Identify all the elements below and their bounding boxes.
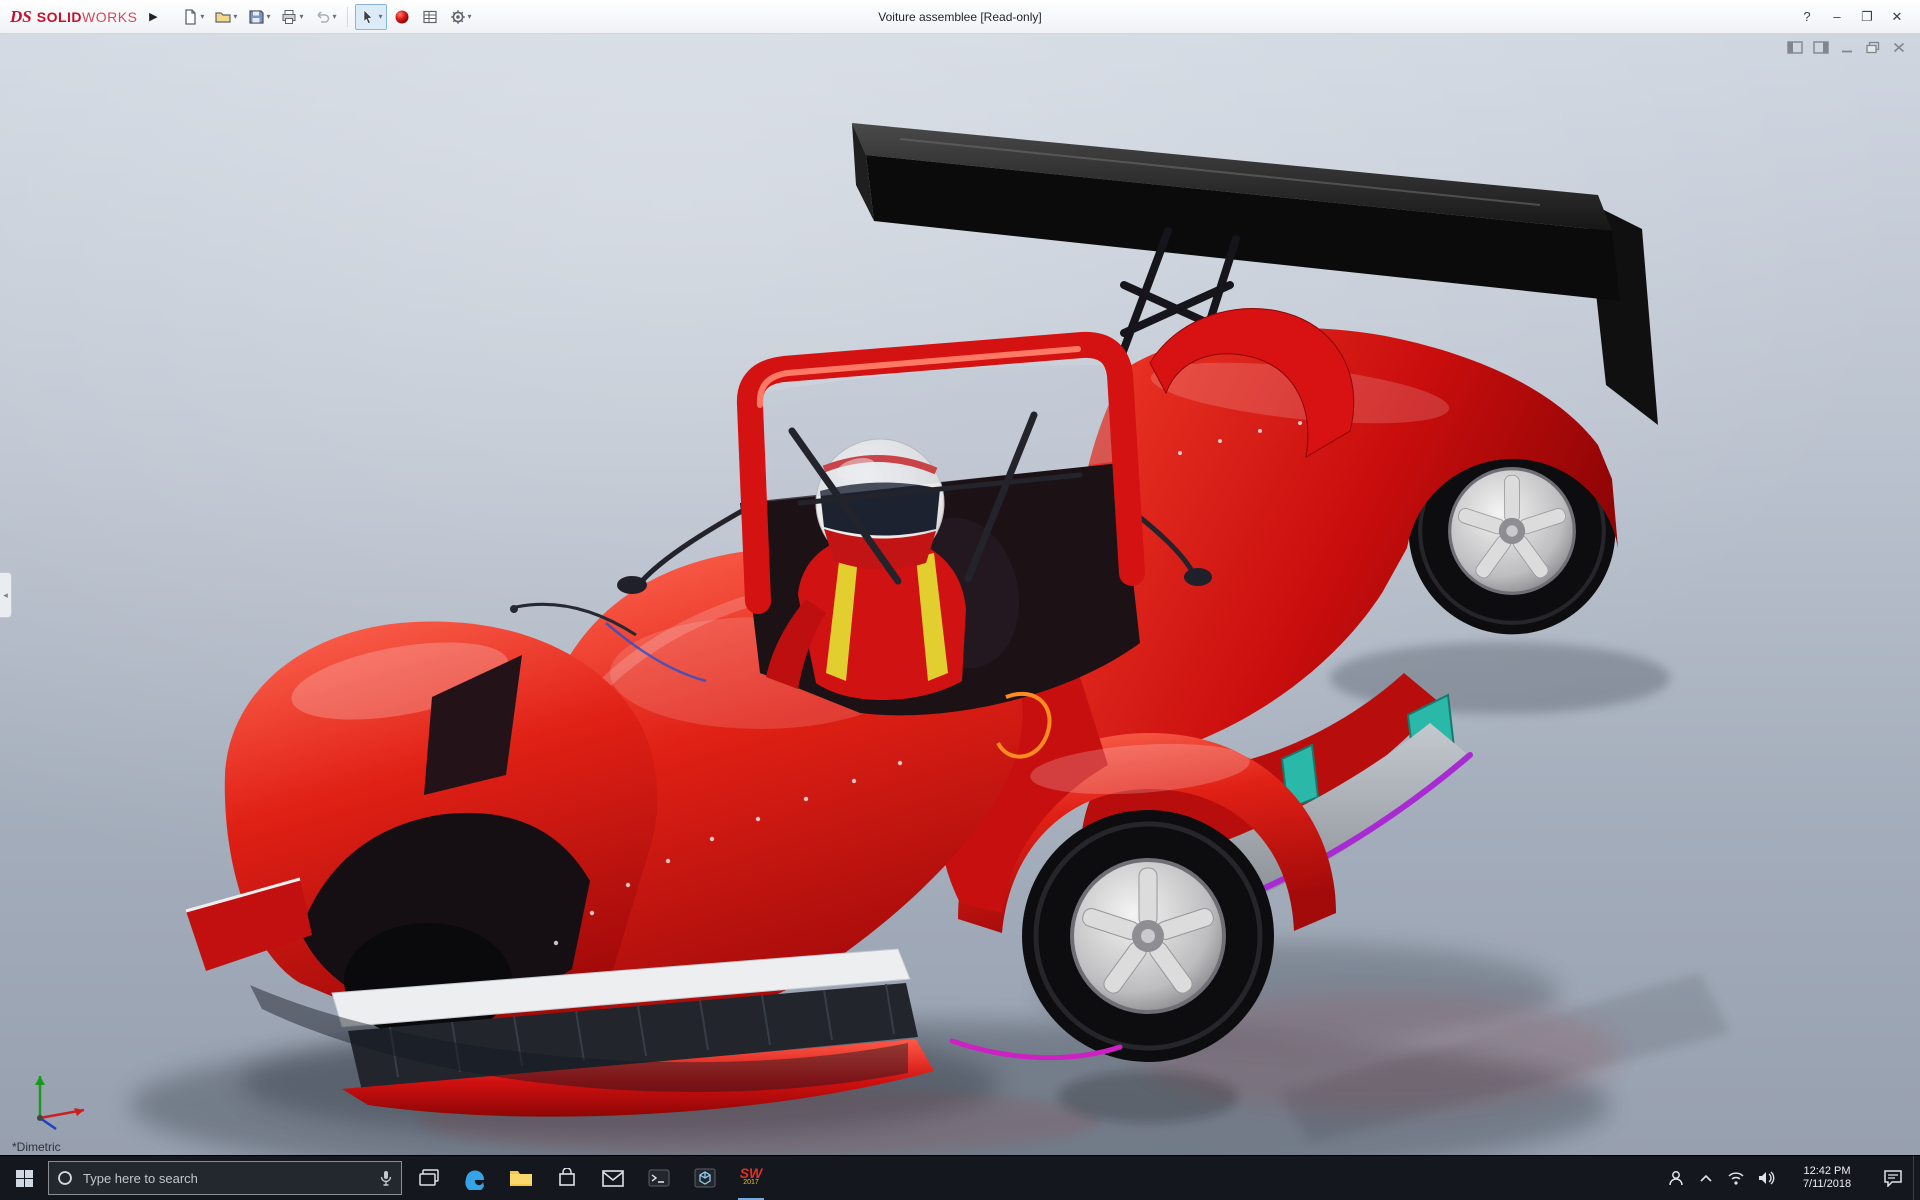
network-button[interactable] (1721, 1156, 1751, 1200)
toolbar-separator (347, 6, 349, 27)
undo-button[interactable]: ▾ (309, 4, 340, 30)
tray-date: 7/11/2018 (1802, 1178, 1852, 1190)
brand-text: SOLIDWORKS (37, 9, 138, 25)
dropdown-arrow-icon: ▾ (233, 11, 238, 21)
standard-toolbar: ▾ ▾ ▾ ▾ ▾ ▾ ▾ (177, 3, 476, 30)
solidworks-app-year: 2017 (743, 1179, 759, 1186)
tray-expand-button[interactable] (1691, 1156, 1721, 1200)
document-window-controls (1786, 40, 1908, 58)
system-tray: 12:42 PM 7/11/2018 (1661, 1156, 1920, 1200)
chevron-up-icon (1700, 1174, 1712, 1182)
solidworks-app-label: SW (739, 1165, 763, 1181)
minimize-button[interactable]: – (1822, 4, 1852, 30)
new-document-icon (185, 8, 197, 25)
window-controls: ? – ❐ ✕ (1792, 4, 1920, 30)
command-prompt-icon (648, 1169, 670, 1187)
menu-expand-button[interactable]: ▶ (143, 10, 163, 23)
orientation-triad-icon (35, 1076, 85, 1130)
people-button[interactable] (1661, 1156, 1691, 1200)
gear-icon (450, 9, 465, 24)
file-explorer-button[interactable] (498, 1156, 544, 1200)
close-button[interactable]: ✕ (1882, 4, 1912, 30)
task-view-button[interactable] (406, 1156, 452, 1200)
start-button[interactable] (0, 1156, 48, 1200)
dropdown-arrow-icon: ▾ (332, 11, 337, 21)
edge-button[interactable] (452, 1156, 498, 1200)
action-center-icon (1884, 1169, 1902, 1187)
titlebar: DS SOLIDWORKS ▶ ▾ ▾ ▾ ▾ ▾ ▾ ▾ Voiture as… (0, 0, 1920, 34)
appearance-sphere-icon (395, 10, 408, 23)
viewer-3d-button[interactable] (682, 1156, 728, 1200)
dropdown-arrow-icon: ▾ (299, 11, 304, 21)
task-view-icon (419, 1169, 439, 1186)
solidworks-logo: DS SOLIDWORKS (0, 7, 143, 27)
window-title: Voiture assemblee [Read-only] (878, 9, 1042, 24)
undo-icon (317, 10, 330, 23)
dropdown-arrow-icon: ▾ (378, 11, 383, 21)
save-button[interactable]: ▾ (243, 4, 274, 30)
search-input[interactable] (81, 1169, 371, 1187)
edge-icon (465, 1170, 485, 1190)
new-document-button[interactable]: ▾ (177, 4, 208, 30)
graphics-viewport[interactable]: ◂ *Dimetric (0, 33, 1920, 1156)
file-explorer-icon (510, 1171, 532, 1186)
dock-right-icon[interactable] (1812, 40, 1830, 58)
appearance-button[interactable] (389, 4, 415, 30)
cube-3d-icon (694, 1168, 716, 1188)
feature-tree-collapse-tab[interactable]: ◂ (0, 572, 12, 619)
orientation-label: *Dimetric (12, 1140, 61, 1154)
minimize-doc-icon[interactable] (1838, 40, 1856, 58)
taskbar-search[interactable] (48, 1161, 402, 1195)
people-icon (1669, 1171, 1683, 1186)
action-center-button[interactable] (1873, 1156, 1913, 1200)
options-button[interactable]: ▾ (445, 4, 476, 30)
evaluate-button[interactable] (417, 4, 443, 30)
cortana-icon (58, 1171, 72, 1185)
tray-time: 12:42 PM (1803, 1165, 1851, 1177)
dropdown-arrow-icon: ▾ (266, 11, 271, 21)
left-mirror (617, 576, 647, 594)
store-button[interactable] (544, 1156, 590, 1200)
mail-icon (602, 1169, 624, 1187)
viewport-canvas[interactable] (0, 33, 1920, 1156)
select-tool-button[interactable]: ▾ (355, 3, 387, 30)
store-icon (559, 1168, 575, 1186)
save-icon (249, 9, 265, 24)
help-button[interactable]: ? (1792, 4, 1822, 30)
print-button[interactable]: ▾ (276, 4, 307, 30)
dock-left-icon[interactable] (1786, 40, 1804, 58)
maximize-button[interactable]: ❐ (1852, 4, 1882, 30)
brand-solid: SOLID (36, 8, 83, 25)
volume-button[interactable] (1751, 1156, 1781, 1200)
table-icon (422, 10, 437, 23)
dropdown-arrow-icon: ▾ (467, 11, 472, 21)
network-icon (1728, 1172, 1744, 1185)
mail-button[interactable] (590, 1156, 636, 1200)
select-cursor-icon (364, 8, 374, 24)
taskbar: SW 2017 12:42 PM 7/11/2018 (0, 1155, 1920, 1200)
clock[interactable]: 12:42 PM 7/11/2018 (1781, 1156, 1873, 1200)
solidworks-app-button[interactable]: SW 2017 (728, 1156, 774, 1200)
solidworks-app-icon: SW 2017 (739, 1165, 763, 1188)
open-folder-icon (215, 11, 232, 23)
front-right-wheel (1022, 810, 1274, 1062)
windows-logo-icon (15, 1169, 33, 1187)
show-desktop-button[interactable] (1913, 1156, 1920, 1200)
open-button[interactable]: ▾ (210, 4, 241, 30)
command-prompt-button[interactable] (636, 1156, 682, 1200)
microphone-icon[interactable] (379, 1170, 393, 1186)
dropdown-arrow-icon: ▾ (200, 11, 205, 21)
close-doc-icon[interactable] (1890, 40, 1908, 58)
brand-works: WORKS (82, 8, 138, 25)
volume-icon (1759, 1171, 1775, 1185)
ds-logo-icon: DS (10, 6, 32, 26)
right-mirror (1184, 568, 1212, 586)
restore-doc-icon[interactable] (1864, 40, 1882, 58)
print-icon (282, 9, 296, 24)
